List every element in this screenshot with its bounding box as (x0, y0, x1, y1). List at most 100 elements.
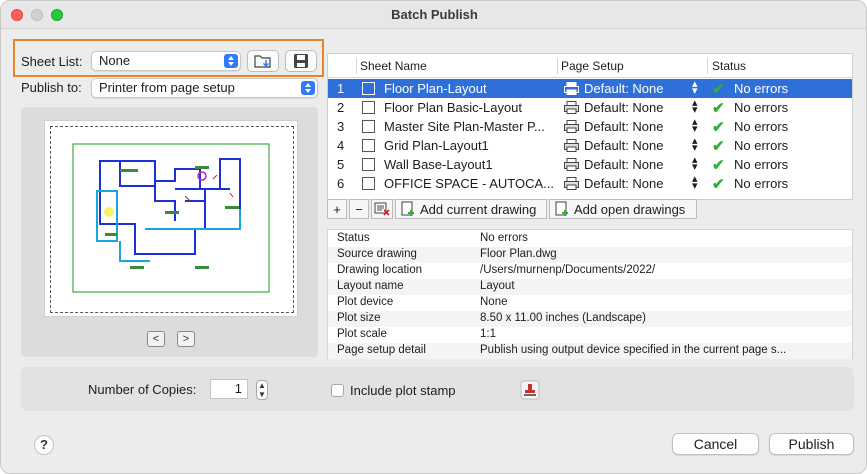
detail-key: Plot device (337, 296, 394, 308)
publish-button[interactable]: Publish (769, 433, 854, 455)
row-page-setup[interactable]: Default: None (584, 119, 664, 134)
row-sheet-name: Master Site Plan-Master P... (384, 119, 545, 134)
row-sheet-name: Grid Plan-Layout1 (384, 138, 489, 153)
col-status[interactable]: Status (712, 59, 746, 73)
row-page-setup[interactable]: Default: None (584, 100, 664, 115)
copies-input[interactable]: 1 (210, 379, 248, 399)
detail-value: 8.50 x 11.00 inches (Landscape) (480, 312, 647, 324)
layout-sheet-icon (362, 101, 375, 114)
add-open-drawings-button[interactable]: Add open drawings (549, 199, 697, 219)
checkmark-icon: ✔ (712, 100, 725, 117)
chevron-updown-icon[interactable]: ▴ ▾ (692, 98, 698, 116)
table-row[interactable]: 3 Master Site Plan-Master P... Default: No… (328, 117, 852, 137)
batch-publish-window: Batch Publish Sheet List: None Publish t… (0, 0, 867, 474)
add-current-drawing-label: Add current drawing (420, 201, 537, 217)
detail-value: No errors (480, 232, 528, 244)
row-number: 5 (337, 157, 345, 172)
row-page-setup[interactable]: Default: None (584, 157, 664, 172)
printer-icon (564, 158, 579, 171)
checkmark-icon: ✔ (712, 176, 725, 193)
table-row[interactable]: 2 Floor Plan Basic-Layout Default: None ▴ ▾ ✔… (328, 98, 852, 118)
layout-sheet-icon (362, 177, 375, 190)
row-number: 4 (337, 138, 345, 153)
detail-key: Page setup detail (337, 344, 426, 356)
sheet-list-label: Sheet List: (21, 54, 83, 69)
col-page-setup[interactable]: Page Setup (561, 59, 624, 73)
row-page-setup[interactable]: Default: None (584, 81, 664, 96)
detail-row: Plot size 8.50 x 11.00 inches (Landscape) (328, 311, 852, 327)
preview-prev-button[interactable]: < (147, 331, 165, 347)
add-open-drawings-label: Add open drawings (574, 201, 686, 217)
publish-to-value: Printer from page setup (99, 80, 235, 95)
window-title: Batch Publish (391, 7, 478, 22)
copies-stepper[interactable]: ▲ ▼ (256, 380, 268, 400)
chevron-updown-icon[interactable]: ▴ ▾ (692, 136, 698, 154)
row-status: No errors (734, 157, 789, 172)
preview-next-button[interactable]: > (177, 331, 195, 347)
save-disk-icon (294, 54, 308, 68)
preview-panel: < > (21, 107, 318, 357)
checkmark-icon: ✔ (712, 138, 725, 155)
printer-icon (564, 139, 579, 152)
help-button[interactable]: ? (34, 435, 54, 455)
chevron-updown-icon[interactable]: ▴ ▾ (692, 174, 698, 192)
chevron-updown-icon (224, 54, 238, 68)
detail-value: 1:1 (480, 328, 496, 340)
remove-errors-button[interactable] (371, 199, 393, 219)
col-sheet-name[interactable]: Sheet Name (360, 59, 427, 73)
options-panel: Number of Copies: 1 ▲ ▼ Include plot stam… (21, 367, 854, 411)
row-number: 2 (337, 100, 345, 115)
plot-stamp-checkbox[interactable] (331, 384, 344, 397)
printer-icon (564, 177, 579, 190)
detail-row: Plot device None (328, 295, 852, 311)
plot-stamp-label: Include plot stamp (350, 383, 456, 398)
detail-value: Floor Plan.dwg (480, 248, 557, 260)
publish-to-label: Publish to: (21, 80, 82, 95)
table-row[interactable]: 6 OFFICE SPACE - AUTOCA... Default: None ▴ ▾… (328, 174, 852, 194)
row-status: No errors (734, 138, 789, 153)
row-status: No errors (734, 100, 789, 115)
checkmark-icon: ✔ (712, 157, 725, 174)
chevron-updown-icon[interactable]: ▴ ▾ (692, 117, 698, 135)
load-sheet-list-button[interactable] (247, 50, 279, 72)
sheet-list-value: None (99, 53, 131, 68)
detail-key: Source drawing (337, 248, 417, 260)
chevron-updown-icon[interactable]: ▴ ▾ (692, 155, 698, 173)
table-header: Sheet Name Page Setup Status (328, 54, 852, 78)
detail-value: Layout (480, 280, 515, 292)
layout-sheet-icon (362, 139, 375, 152)
remove-sheet-button[interactable]: − (349, 199, 369, 219)
save-sheet-list-button[interactable] (285, 50, 317, 72)
row-sheet-name: Floor Plan-Layout (384, 81, 487, 96)
detail-key: Plot scale (337, 328, 387, 340)
row-number: 1 (337, 81, 345, 96)
row-number: 6 (337, 176, 345, 191)
sheet-table[interactable]: Sheet Name Page Setup Status 1 Floor Plan… (327, 53, 853, 200)
row-page-setup[interactable]: Default: None (584, 138, 664, 153)
layout-sheet-icon (362, 82, 375, 95)
cancel-button[interactable]: Cancel (672, 433, 759, 455)
detail-row: Source drawing Floor Plan.dwg (328, 247, 852, 263)
layout-sheet-icon (362, 120, 375, 133)
add-current-drawing-button[interactable]: Add current drawing (395, 199, 547, 219)
add-sheet-button[interactable]: + (327, 199, 347, 219)
printer-icon (564, 120, 579, 133)
row-status: No errors (734, 119, 789, 134)
table-row[interactable]: 1 Floor Plan-Layout Default: None ▴ ▾ ✔ No err… (328, 79, 852, 98)
detail-value: /Users/murnenp/Documents/2022/ (480, 264, 656, 276)
printer-icon (564, 82, 579, 95)
plot-stamp-settings-button[interactable] (520, 380, 540, 400)
checkmark-icon: ✔ (712, 119, 725, 136)
table-row[interactable]: 5 Wall Base-Layout1 Default: None ▴ ▾ ✔ No err… (328, 155, 852, 175)
sheet-remove-icon (374, 202, 390, 216)
detail-row: Page setup detail Publish using output de… (328, 343, 852, 359)
copies-label: Number of Copies: (88, 382, 197, 397)
table-row[interactable]: 4 Grid Plan-Layout1 Default: None ▴ ▾ ✔ No err… (328, 136, 852, 156)
stamp-icon (520, 380, 540, 400)
publish-to-select[interactable]: Printer from page setup (91, 78, 318, 98)
detail-key: Plot size (337, 312, 381, 324)
title-bar: Batch Publish (1, 1, 866, 29)
chevron-updown-icon[interactable]: ▴ ▾ (692, 79, 698, 97)
row-page-setup[interactable]: Default: None (584, 176, 664, 191)
sheet-list-select[interactable]: None (91, 51, 241, 71)
